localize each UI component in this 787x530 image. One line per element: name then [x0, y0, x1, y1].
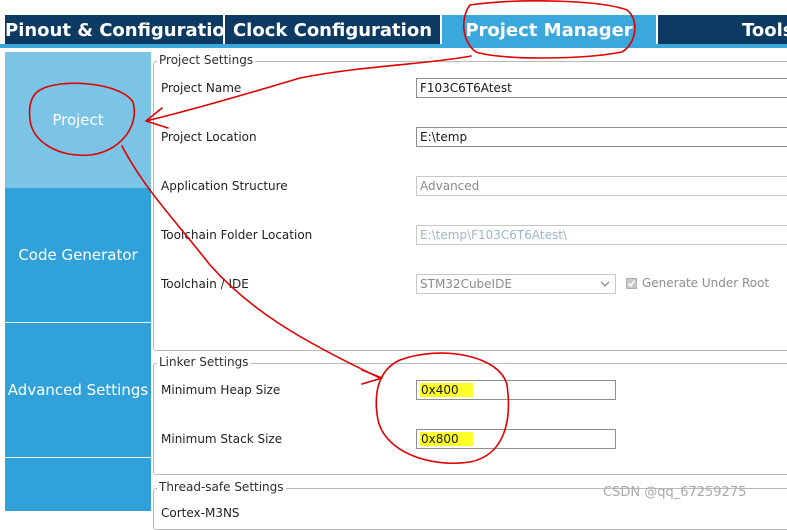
- project-name-label: Project Name: [161, 81, 242, 95]
- generate-under-root-checkbox[interactable]: [626, 278, 637, 289]
- sidebar-item-label: Advanced Settings: [7, 381, 149, 399]
- linker-settings-title: Linker Settings: [157, 355, 251, 369]
- tab-tools[interactable]: Tools: [658, 15, 787, 46]
- min-stack-input[interactable]: 0x800: [416, 429, 616, 449]
- min-stack-value: 0x800: [420, 432, 473, 446]
- application-structure-label: Application Structure: [161, 179, 288, 193]
- project-settings-title: Project Settings: [157, 53, 256, 67]
- toolchain-folder-input[interactable]: E:\temp\F103C6T6Atest\: [416, 225, 787, 245]
- min-heap-label: Minimum Heap Size: [161, 383, 281, 397]
- project-settings-group: [153, 61, 787, 351]
- generate-under-root-label: Generate Under Root: [642, 276, 770, 290]
- chevron-down-icon: [600, 281, 610, 287]
- thread-safe-partial-label: Cortex-M3NS: [161, 506, 240, 520]
- watermark-text: CSDN @qq_67259275: [603, 485, 747, 500]
- project-name-input[interactable]: F103C6T6Atest: [416, 78, 787, 98]
- tab-project-manager[interactable]: Project Manager: [442, 15, 656, 46]
- sidebar-item-code-generator[interactable]: Code Generator: [5, 188, 151, 322]
- settings-panel: Project Settings Project Name F103C6T6At…: [151, 48, 787, 530]
- application-structure-select[interactable]: Advanced: [416, 176, 787, 196]
- project-location-label: Project Location: [161, 130, 257, 144]
- project-location-input[interactable]: E:\temp: [416, 127, 787, 147]
- min-heap-input[interactable]: 0x400: [416, 380, 616, 400]
- toolchain-ide-value: STM32CubeIDE: [420, 277, 512, 291]
- tab-pinout-configuration[interactable]: Pinout & Configuration: [5, 15, 223, 46]
- sidebar-item-project[interactable]: Project: [5, 52, 151, 188]
- min-heap-value: 0x400: [420, 383, 473, 397]
- toolchain-folder-label: Toolchain Folder Location: [161, 228, 313, 242]
- thread-safe-settings-title: Thread-safe Settings: [157, 480, 286, 494]
- main-tab-bar: Pinout & Configuration Clock Configurati…: [0, 0, 787, 48]
- sidebar-item-advanced-settings[interactable]: Advanced Settings: [5, 323, 151, 457]
- toolchain-ide-label: Toolchain / IDE: [161, 277, 249, 291]
- checkmark-icon: [627, 280, 636, 288]
- min-stack-label: Minimum Stack Size: [161, 432, 283, 446]
- sidebar: Project Code Generator Advanced Settings: [5, 52, 151, 511]
- sidebar-item-label: Code Generator: [18, 246, 138, 264]
- toolchain-ide-select[interactable]: STM32CubeIDE: [416, 274, 616, 294]
- tab-clock-configuration[interactable]: Clock Configuration: [225, 15, 440, 46]
- sidebar-item-more[interactable]: [5, 458, 151, 511]
- sidebar-item-label: Project: [52, 111, 104, 129]
